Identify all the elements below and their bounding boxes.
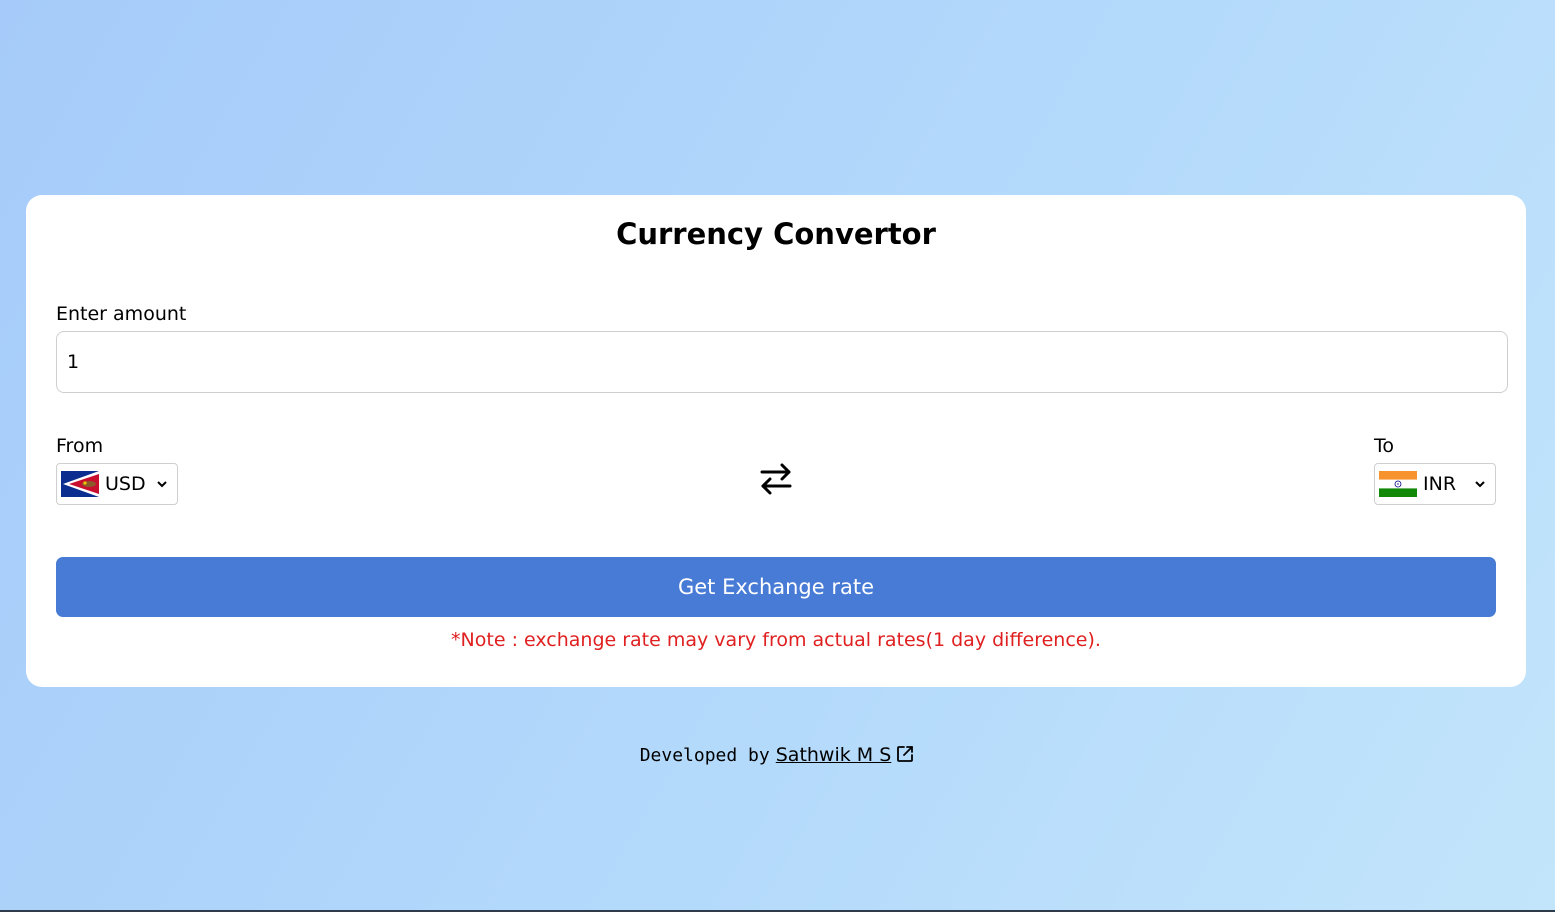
to-currency-code: INR [1423, 473, 1457, 495]
from-currency-code: USD [105, 473, 146, 495]
external-link-icon[interactable] [895, 744, 915, 764]
to-currency-select[interactable]: INR [1374, 463, 1496, 505]
page-title: Currency Convertor [616, 217, 936, 251]
india-flag-icon [1379, 471, 1417, 497]
author-link[interactable]: Sathwik M S [776, 744, 892, 766]
from-currency-select[interactable]: USD [56, 463, 178, 505]
amount-label: Enter amount [56, 303, 187, 325]
chevron-down-icon [157, 481, 167, 488]
get-exchange-rate-button[interactable]: Get Exchange rate [56, 557, 1496, 617]
amount-input[interactable] [56, 331, 1508, 393]
from-label: From [56, 435, 104, 457]
footer: Developed by Sathwik M S [0, 744, 1555, 766]
to-label: To [1374, 435, 1395, 457]
exchange-rate-note: *Note : exchange rate may vary from actu… [451, 629, 1101, 651]
american-samoa-flag-icon [61, 471, 99, 497]
developed-by-text: Developed by [639, 745, 770, 766]
swap-arrows-icon[interactable] [758, 461, 794, 497]
converter-card: Currency Convertor Enter amount From USD… [26, 195, 1526, 687]
chevron-down-icon [1475, 481, 1485, 488]
